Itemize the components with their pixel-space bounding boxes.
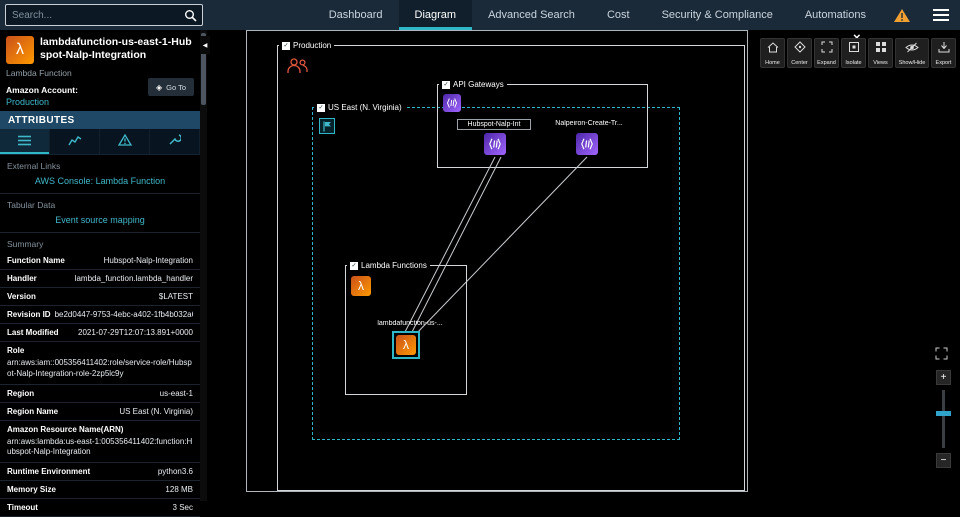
center-icon (794, 40, 806, 58)
group-label-production: ✓ Production (279, 41, 334, 50)
hamburger-menu-icon[interactable] (922, 0, 960, 30)
node-label-hubspot[interactable]: Hubspot-Nalp-Int (457, 119, 531, 130)
views-button[interactable]: Views (868, 38, 893, 68)
nav-item-cost[interactable]: Cost (591, 0, 646, 30)
attribute-row-region: Regionus-east-1 (0, 385, 200, 403)
lambda-function-icon: λ (6, 36, 34, 64)
tab-alerts[interactable] (100, 129, 150, 154)
list-icon (18, 133, 31, 151)
center-button[interactable]: Center (787, 38, 812, 68)
aws-console-link[interactable]: AWS Console: Lambda Function (0, 174, 200, 194)
resource-title: lambdafunction-us-east-1-Hubspot-Nalp-In… (40, 36, 194, 64)
export-button[interactable]: Export (931, 38, 956, 68)
lambda-functions-checkbox[interactable]: ✓ (350, 262, 358, 270)
export-download-icon (938, 40, 950, 58)
summary-label: Summary (0, 233, 200, 252)
zoom-out-button[interactable]: − (936, 453, 951, 468)
chart-icon (68, 133, 82, 151)
expand-button[interactable]: Expand (814, 38, 839, 68)
tab-metrics[interactable] (50, 129, 100, 154)
canvas-toolbar: Home Center Expand Isolate Views Show/Hi… (760, 38, 956, 68)
node-label-nalpeiron[interactable]: Nalpeiron-Create-Tr... (545, 120, 633, 127)
attribute-row-version: Version$LATEST (0, 288, 200, 306)
isolate-button[interactable]: Isolate (841, 38, 866, 68)
wrench-icon (168, 133, 181, 151)
details-sidebar: λ lambdafunction-us-east-1-Hubspot-Nalp-… (0, 30, 200, 501)
attribute-row-last-modified: Last Modified2021-07-29T12:07:13.891+000… (0, 324, 200, 342)
external-links-label: External Links (0, 155, 200, 174)
top-navigation-bar: Dashboard Diagram Advanced Search Cost S… (0, 0, 960, 30)
search-box[interactable] (5, 4, 203, 26)
diagram-canvas[interactable]: ✓ Production ✓ US East (N. Virginia) ✓ A… (207, 30, 960, 501)
api-gateway-node-hubspot-icon[interactable] (484, 133, 506, 155)
api-gateways-checkbox[interactable]: ✓ (442, 81, 450, 89)
attribute-row-role: Rolearn:aws:iam::005356411402:role/servi… (0, 342, 200, 385)
lambda-group-icon: λ (351, 276, 371, 296)
attribute-row-handler: Handlerlambda_function.lambda_handler (0, 270, 200, 288)
tab-tools[interactable] (150, 129, 200, 154)
lambda-node-selected-icon[interactable]: λ (392, 331, 420, 359)
nav-item-security-compliance[interactable]: Security & Compliance (646, 0, 789, 30)
search-icon[interactable] (184, 9, 202, 22)
isolate-icon (848, 40, 860, 58)
group-label-api-gateways: ✓ API Gateways (439, 80, 507, 89)
tab-summary[interactable] (0, 129, 50, 154)
attribute-row-function-name: Function NameHubspot-Nalp-Integration (0, 252, 200, 270)
zoom-slider-track[interactable] (942, 390, 945, 448)
attribute-row-region-name: Region NameUS East (N. Virginia) (0, 403, 200, 421)
attribute-row-memory-size: Memory Size128 MB (0, 481, 200, 499)
node-label-lambda-function[interactable]: lambdafunction-us-... (367, 320, 453, 327)
api-gateway-node-nalpeiron-icon[interactable] (576, 133, 598, 155)
compass-icon: ◈ (156, 83, 162, 92)
main-nav: Dashboard Diagram Advanced Search Cost S… (313, 0, 882, 30)
zoom-in-button[interactable]: + (936, 370, 951, 385)
account-value-link[interactable]: Production (6, 97, 194, 107)
region-checkbox[interactable]: ✓ (317, 104, 325, 112)
attribute-row-timeout: Timeout3 Sec (0, 499, 200, 517)
nav-item-advanced-search[interactable]: Advanced Search (472, 0, 591, 30)
sidebar-header: λ lambdafunction-us-east-1-Hubspot-Nalp-… (0, 30, 200, 111)
region-flag-icon (319, 118, 335, 134)
warning-icon (118, 133, 132, 151)
nav-item-diagram[interactable]: Diagram (399, 0, 473, 30)
attribute-tabs (0, 129, 200, 155)
users-icon (285, 56, 309, 81)
api-gateway-group-icon (443, 94, 461, 112)
sidebar-scrollbar[interactable] (200, 30, 207, 501)
tabular-data-label: Tabular Data (0, 194, 200, 213)
production-checkbox[interactable]: ✓ (282, 42, 290, 50)
show-hide-button[interactable]: Show/Hide (895, 38, 929, 68)
fit-to-screen-icon[interactable] (935, 347, 948, 365)
group-label-lambda-functions: ✓ Lambda Functions (347, 261, 430, 270)
sidebar-collapse-button[interactable]: ◀ (200, 36, 210, 54)
attributes-content: External Links AWS Console: Lambda Funct… (0, 155, 200, 517)
views-grid-icon (875, 40, 887, 58)
warning-alert-icon[interactable] (882, 0, 922, 30)
event-source-mapping-link[interactable]: Event source mapping (0, 213, 200, 233)
resource-type-label: Lambda Function (6, 68, 194, 78)
group-label-region: ✓ US East (N. Virginia) (314, 103, 405, 112)
home-button[interactable]: Home (760, 38, 785, 68)
expand-icon (821, 40, 833, 58)
attribute-row-runtime: Runtime Environmentpython3.6 (0, 463, 200, 481)
attribute-row-revision-id: Revision IDbe2d0447-9753-4ebc-a402-1fb4b… (0, 306, 200, 324)
home-icon (767, 40, 779, 58)
go-to-button[interactable]: ◈ Go To (148, 78, 194, 96)
attribute-row-arn: Amazon Resource Name(ARN)arn:aws:lambda:… (0, 421, 200, 464)
attributes-header: ATTRIBUTES (0, 111, 200, 129)
eye-slash-icon (905, 40, 919, 58)
nav-item-automations[interactable]: Automations (789, 0, 882, 30)
zoom-slider-handle[interactable] (936, 411, 951, 416)
search-input[interactable] (6, 10, 184, 21)
nav-item-dashboard[interactable]: Dashboard (313, 0, 399, 30)
